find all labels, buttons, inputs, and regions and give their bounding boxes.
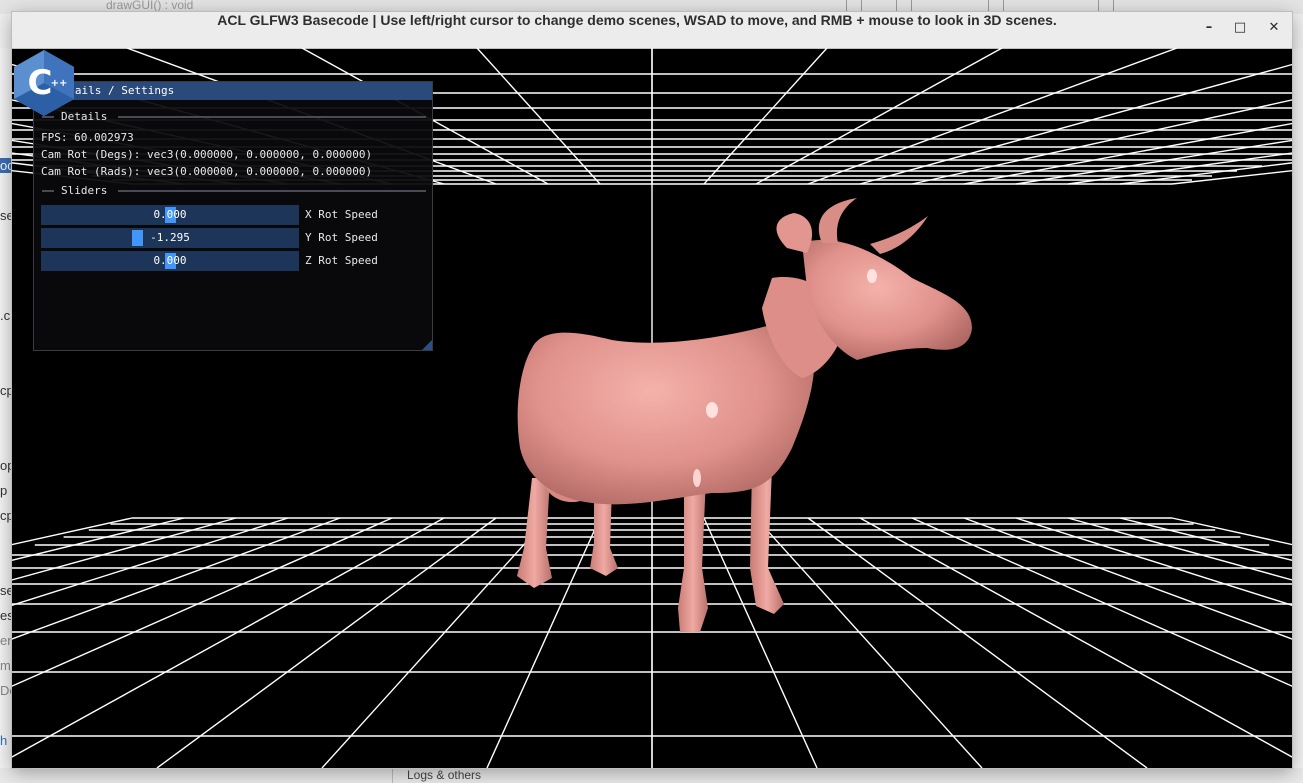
pane-divider[interactable] bbox=[392, 768, 393, 783]
file-list-item[interactable]: De bbox=[0, 683, 12, 698]
file-list-item[interactable]: se bbox=[0, 208, 12, 223]
cpp-logo-icon: C ++ bbox=[14, 50, 74, 116]
slider-value: 0.000 bbox=[153, 254, 187, 267]
details-section-header: Details bbox=[42, 110, 426, 124]
app-window: ACL GLFW3 Basecode | Use left/right curs… bbox=[12, 12, 1292, 768]
slider-value: 0.000 bbox=[153, 208, 187, 221]
cow-model bbox=[517, 198, 972, 632]
separator-line bbox=[42, 190, 54, 192]
x-rot-speed-slider[interactable]: 0.000 bbox=[41, 205, 299, 225]
file-list-item[interactable]: m bbox=[0, 658, 11, 673]
background-file-list: oc se .c cp op p cp se es en m De h bbox=[0, 48, 12, 778]
cam-rot-rads-readout: Cam Rot (Rads): vec3(0.000000, 0.000000,… bbox=[41, 165, 373, 178]
file-list-item[interactable]: h bbox=[0, 733, 7, 748]
grid-line bbox=[1067, 152, 1292, 185]
grid-line bbox=[1171, 170, 1292, 185]
grid-line bbox=[703, 48, 828, 185]
file-list-item[interactable]: p bbox=[0, 483, 7, 498]
render-viewport[interactable]: ▼ Details / Settings Details FPS: 60.002… bbox=[12, 48, 1292, 768]
window-title: ACL GLFW3 Basecode | Use left/right curs… bbox=[217, 12, 1057, 28]
slider-value: -1.295 bbox=[150, 231, 190, 244]
grid-line bbox=[807, 48, 1178, 185]
grid-line bbox=[911, 99, 1292, 185]
file-list-item[interactable]: cp bbox=[0, 508, 12, 523]
x-rot-speed-label: X Rot Speed bbox=[305, 208, 378, 221]
file-list-item[interactable]: en bbox=[0, 633, 12, 648]
separator-line bbox=[118, 116, 426, 118]
maximize-button[interactable]: □ bbox=[1230, 20, 1250, 40]
background-right-panel bbox=[1292, 48, 1303, 768]
sliders-section-header: Sliders bbox=[42, 184, 426, 198]
cam-rot-degs-readout: Cam Rot (Degs): vec3(0.000000, 0.000000,… bbox=[41, 148, 373, 161]
window-titlebar[interactable]: ACL GLFW3 Basecode | Use left/right curs… bbox=[12, 12, 1292, 49]
panel-titlebar[interactable]: ▼ Details / Settings bbox=[34, 82, 432, 100]
sliders-header-label: Sliders bbox=[61, 184, 108, 197]
resize-grip-icon[interactable] bbox=[422, 340, 432, 350]
fps-readout: FPS: 60.002973 bbox=[41, 131, 134, 144]
grid-line bbox=[963, 122, 1292, 185]
close-button[interactable]: ✕ bbox=[1264, 20, 1284, 40]
y-rot-speed-slider[interactable]: -1.295 bbox=[41, 228, 299, 248]
z-rot-speed-label: Z Rot Speed bbox=[305, 254, 378, 267]
file-list-item[interactable]: oc bbox=[0, 158, 12, 173]
minimize-button[interactable]: – bbox=[1199, 20, 1219, 40]
logs-tab[interactable]: Logs & others bbox=[407, 768, 481, 782]
file-list-item[interactable]: op bbox=[0, 458, 12, 473]
file-list-item[interactable]: .c bbox=[0, 308, 10, 323]
grid-line bbox=[755, 48, 1003, 185]
file-list-item[interactable]: cp bbox=[0, 383, 12, 398]
y-rot-speed-label: Y Rot Speed bbox=[305, 231, 378, 244]
file-list-item[interactable]: es bbox=[0, 608, 12, 623]
grid-line bbox=[1015, 139, 1292, 185]
grid-line bbox=[476, 48, 601, 185]
logo-letter: C bbox=[28, 63, 53, 103]
z-rot-speed-slider[interactable]: 0.000 bbox=[41, 251, 299, 271]
separator-line bbox=[118, 190, 426, 192]
background-status-area: Logs & others bbox=[0, 768, 1303, 783]
logo-suffix: ++ bbox=[51, 78, 68, 89]
file-list-item[interactable]: se bbox=[0, 583, 12, 598]
details-settings-panel[interactable]: ▼ Details / Settings Details FPS: 60.002… bbox=[33, 81, 433, 351]
